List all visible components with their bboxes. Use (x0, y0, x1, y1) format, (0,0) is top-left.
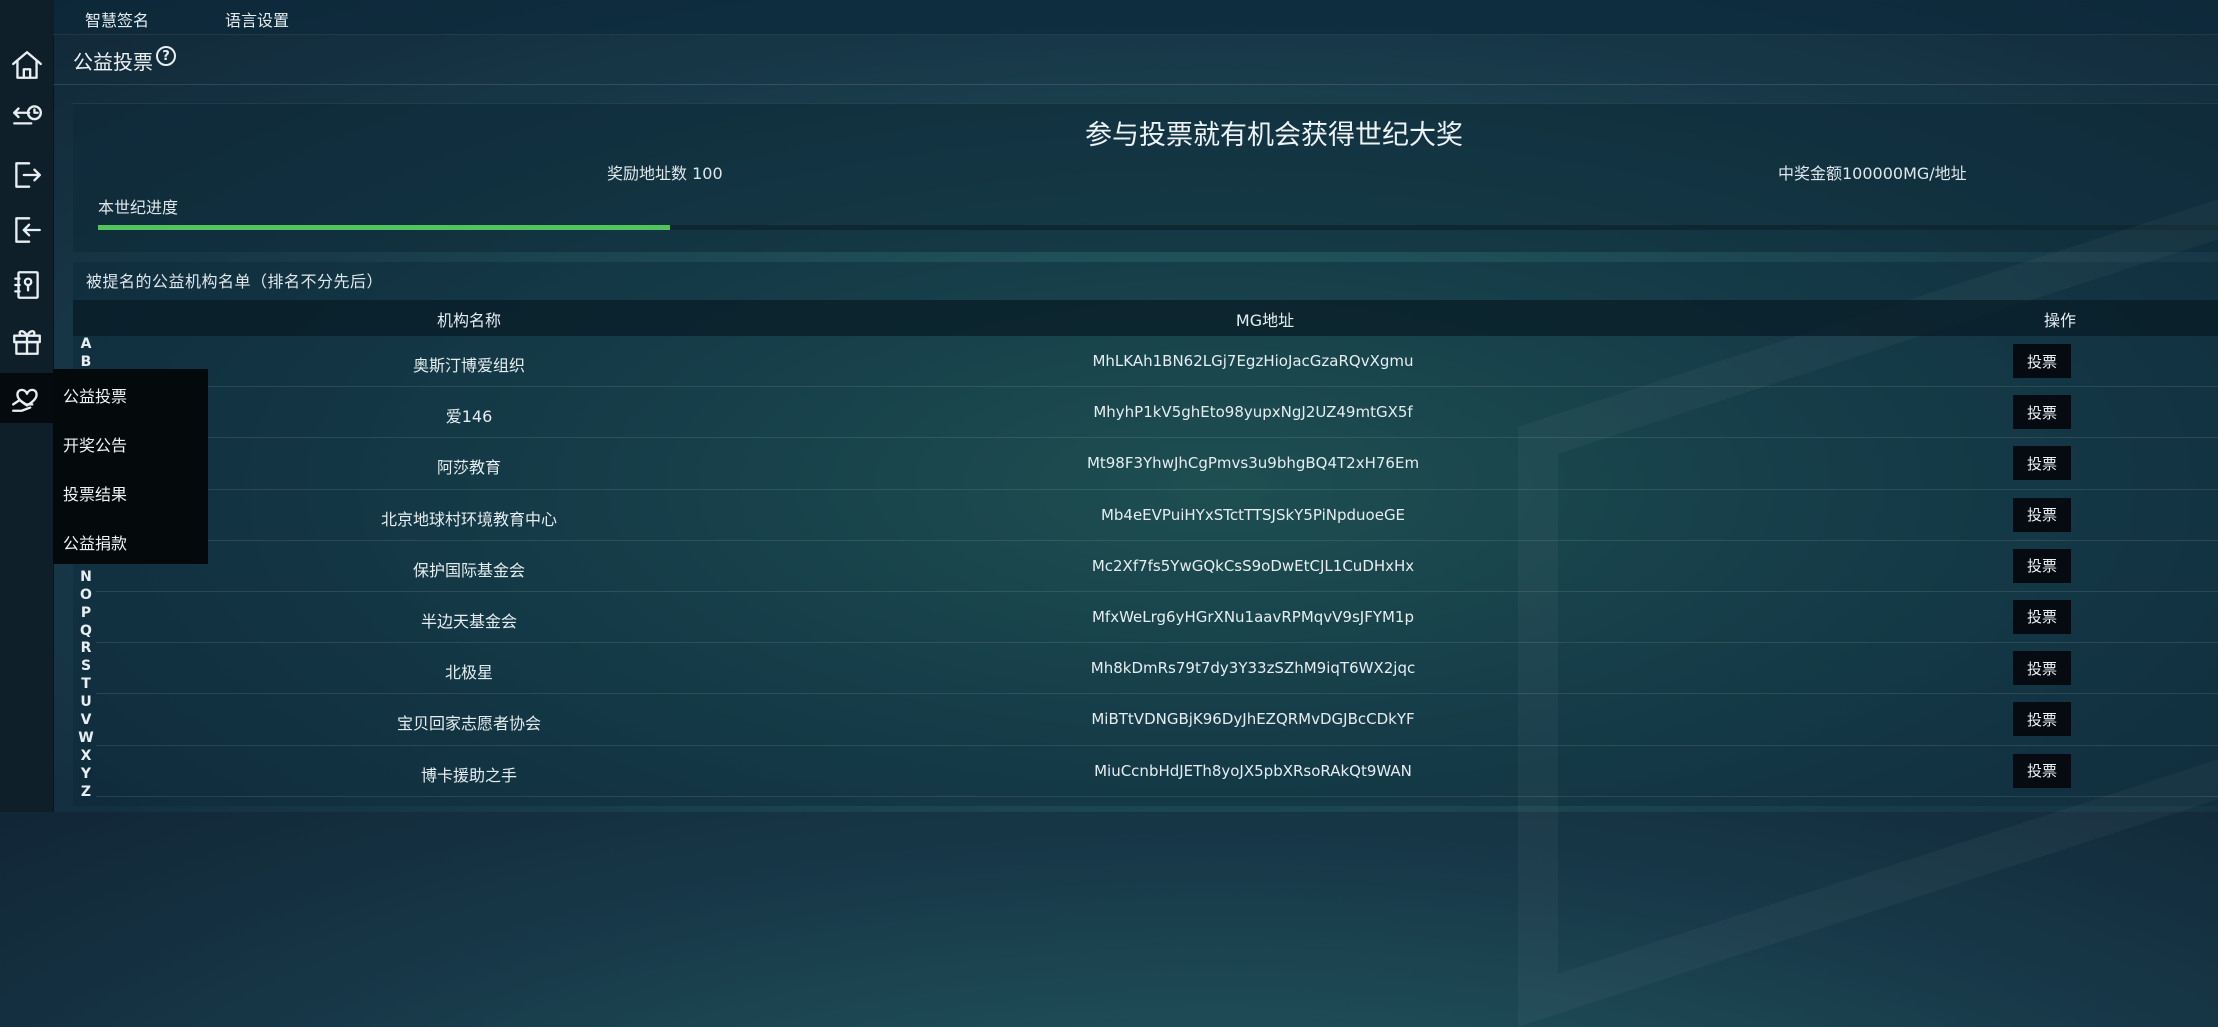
organization-name: 博卡援助之手 (420, 765, 518, 785)
index-letter[interactable]: P (81, 605, 91, 623)
vote-button[interactable]: 投票 (2013, 344, 2071, 378)
vote-button[interactable]: 投票 (2013, 702, 2071, 737)
index-letter[interactable]: R (81, 640, 92, 658)
vote-button[interactable]: 投票 (2013, 395, 2071, 430)
column-header-action: 操作 (2043, 311, 2077, 330)
vote-button[interactable]: 投票 (2013, 497, 2071, 532)
top-menu-bar: 智慧签名 语言设置 (53, 0, 2218, 35)
table-row: 宝贝回家志愿者协会 MiBTtVDNGBjK96DyJhEZQRMvDGJBcCD… (96, 694, 2218, 746)
table-row: 北极星 Mh8kDmRs79t7dy3Y33zSZhM9iqT6WX2jqc 投票 (96, 643, 2218, 695)
menu-smart-sign[interactable]: 智慧签名 (85, 7, 149, 31)
submenu-charity-vote[interactable]: 公益投票 (63, 383, 127, 407)
organization-name: 北京地球村环境教育中心 (380, 509, 558, 529)
menu-language-settings[interactable]: 语言设置 (225, 7, 289, 31)
mg-address: MiuCcnbHdJETh8yoJX5pbXRsoRAkQt9WAN (1094, 761, 1412, 780)
transfer-icon[interactable] (0, 92, 53, 142)
vote-button[interactable]: 投票 (2013, 753, 2071, 788)
mg-address: Mh8kDmRs79t7dy3Y33zSZhM9iqT6WX2jqc (1090, 659, 1416, 678)
import-icon[interactable] (0, 205, 53, 255)
submenu-lottery-announcement[interactable]: 开奖公告 (63, 432, 127, 456)
charity-submenu: 公益投票 开奖公告 投票结果 公益捐款 (53, 369, 208, 564)
organization-name: 半边天基金会 (420, 611, 518, 631)
page-title: 公益投票 (73, 50, 153, 74)
mg-address: MhLKAh1BN62LGj7EgzHioJacGzaRQvXgmu (1092, 352, 1414, 370)
submenu-vote-results[interactable]: 投票结果 (63, 481, 127, 505)
mg-address: Mb4eEVPuiHYxSTctTTSJSkY5PiNpduoeGE (1100, 505, 1406, 524)
mg-address: MhyhP1kV5ghEto98yupxNgJ2UZ49mtGX5f (1093, 403, 1413, 422)
table-row: 爱146 MhyhP1kV5ghEto98yupxNgJ2UZ49mtGX5f 投票 (96, 387, 2218, 439)
index-letter[interactable]: T (81, 676, 91, 694)
index-letter[interactable]: Q (80, 623, 92, 641)
progress-label: 本世纪进度 (98, 198, 179, 217)
century-progress-bar (98, 225, 2218, 230)
index-letter[interactable]: S (81, 658, 91, 676)
index-letter[interactable]: Y (81, 766, 91, 784)
table-row: 保护国际基金会 Mc2Xf7fs5YwGQkCsS9oDwEtCJL1CuDHxH… (96, 541, 2218, 592)
charity-icon[interactable] (0, 373, 53, 423)
contacts-icon[interactable] (0, 260, 53, 310)
mg-address: MfxWeLrg6yHGrXNu1aavRPMqvV9sJFYM1p (1091, 607, 1415, 626)
banner-headline: 参与投票就有机会获得世纪大奖 (1085, 120, 1463, 151)
index-letter[interactable]: A (81, 336, 92, 354)
organization-name: 保护国际基金会 (412, 560, 526, 580)
mg-address: Mc2Xf7fs5YwGQkCsS9oDwEtCJL1CuDHxHx (1091, 556, 1415, 575)
vote-button[interactable]: 投票 (2013, 599, 2071, 634)
progress-fill (98, 225, 671, 230)
index-letter[interactable]: N (80, 569, 92, 587)
table-row: 北京地球村环境教育中心 Mb4eEVPuiHYxSTctTTSJSkY5PiNpd… (96, 490, 2218, 541)
export-icon[interactable] (0, 150, 53, 200)
column-header-address: MG地址 (1235, 311, 1295, 330)
organization-name: 奥斯汀博爱组织 (412, 356, 526, 375)
home-icon[interactable] (0, 40, 53, 90)
gift-icon[interactable] (0, 316, 53, 366)
table-header (73, 300, 2218, 336)
index-letter[interactable]: V (81, 712, 92, 730)
list-title: 被提名的公益机构名单（排名不分先后） (86, 272, 384, 291)
vote-button[interactable]: 投票 (2013, 446, 2071, 481)
organization-name: 北极星 (444, 663, 494, 683)
table-row: 博卡援助之手 MiuCcnbHdJETh8yoJX5pbXRsoRAkQt9WAN… (96, 746, 2218, 797)
column-header-name: 机构名称 (436, 311, 502, 330)
table-row: 阿莎教育 Mt98F3YhwJhCgPmvs3u9bhgBQ4T2xH76Em 投票 (96, 438, 2218, 490)
index-letter[interactable]: W (78, 730, 93, 748)
reward-amount: 中奖金额100000MG/地址 (1778, 164, 1967, 183)
divider (53, 84, 2218, 85)
mg-address: MiBTtVDNGBjK96DyJhEZQRMvDGJBcCDkYF (1091, 710, 1415, 729)
organization-name: 阿莎教育 (436, 458, 502, 478)
nominee-table-body: 奥斯汀博爱组织 MhLKAh1BN62LGj7EgzHioJacGzaRQvXgm… (96, 336, 2218, 797)
index-letter[interactable]: X (81, 748, 92, 766)
vote-button[interactable]: 投票 (2013, 548, 2071, 583)
table-row: 半边天基金会 MfxWeLrg6yHGrXNu1aavRPMqvV9sJFYM1p… (96, 592, 2218, 644)
index-letter[interactable]: U (80, 694, 91, 712)
index-letter[interactable]: Z (81, 784, 91, 802)
table-row: 奥斯汀博爱组织 MhLKAh1BN62LGj7EgzHioJacGzaRQvXgm… (96, 336, 2218, 388)
organization-name: 爱146 (445, 407, 493, 427)
vote-button[interactable]: 投票 (2013, 651, 2071, 686)
index-letter[interactable]: O (80, 587, 92, 605)
reward-address-count: 奖励地址数 100 (607, 164, 723, 183)
submenu-charity-donation[interactable]: 公益捐款 (63, 530, 127, 554)
sidebar (0, 0, 54, 812)
organization-name: 宝贝回家志愿者协会 (396, 714, 542, 734)
help-icon[interactable]: ? (156, 46, 176, 66)
mg-address: Mt98F3YhwJhCgPmvs3u9bhgBQ4T2xH76Em (1086, 454, 1420, 473)
